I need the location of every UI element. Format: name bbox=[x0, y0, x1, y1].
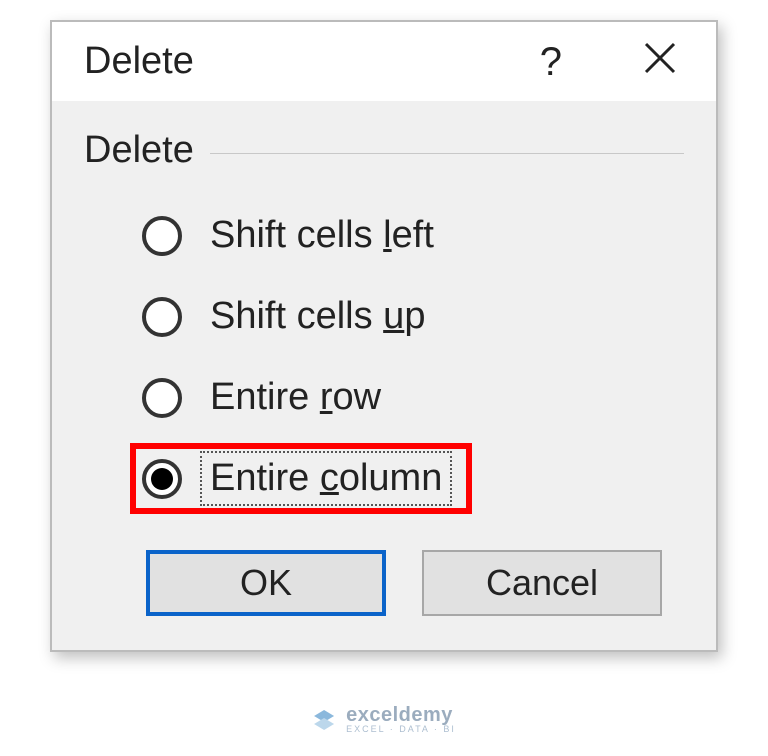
watermark-text: exceldemy EXCEL · DATA · BI bbox=[346, 705, 456, 734]
radio-circle-icon bbox=[142, 297, 182, 337]
dialog-body: Delete Shift cells left Shift cells up Ent… bbox=[52, 101, 716, 650]
group-label-row: Delete bbox=[84, 129, 684, 172]
radio-list: Shift cells left Shift cells up Entire row… bbox=[84, 200, 684, 514]
button-row: OK Cancel bbox=[84, 550, 684, 616]
close-icon[interactable] bbox=[642, 40, 688, 83]
watermark-main: exceldemy bbox=[346, 705, 456, 725]
radio-shift-cells-left[interactable]: Shift cells left bbox=[130, 200, 464, 271]
delete-dialog: Delete ? Delete Shift cells leftShift ce… bbox=[50, 20, 718, 652]
window-controls: ? bbox=[540, 40, 688, 83]
radio-label: Shift cells up bbox=[204, 293, 431, 340]
watermark-icon bbox=[312, 708, 336, 732]
dialog-title: Delete bbox=[84, 40, 194, 83]
radio-label: Shift cells left bbox=[204, 212, 440, 259]
radio-label: Entire column bbox=[204, 455, 448, 502]
cancel-button[interactable]: Cancel bbox=[422, 550, 662, 616]
divider bbox=[210, 153, 684, 154]
help-icon[interactable]: ? bbox=[540, 42, 562, 82]
radio-circle-icon bbox=[142, 459, 182, 499]
radio-entire-row[interactable]: Entire row bbox=[130, 362, 411, 433]
group-label: Delete bbox=[84, 129, 194, 172]
radio-circle-icon bbox=[142, 216, 182, 256]
radio-label: Entire row bbox=[204, 374, 387, 421]
radio-circle-icon bbox=[142, 378, 182, 418]
watermark-sub: EXCEL · DATA · BI bbox=[346, 725, 456, 734]
radio-shift-cells-up[interactable]: Shift cells up bbox=[130, 281, 455, 352]
titlebar: Delete ? bbox=[52, 22, 716, 101]
watermark: exceldemy EXCEL · DATA · BI bbox=[312, 705, 456, 734]
radio-entire-column[interactable]: Entire column bbox=[130, 443, 472, 514]
ok-button[interactable]: OK bbox=[146, 550, 386, 616]
